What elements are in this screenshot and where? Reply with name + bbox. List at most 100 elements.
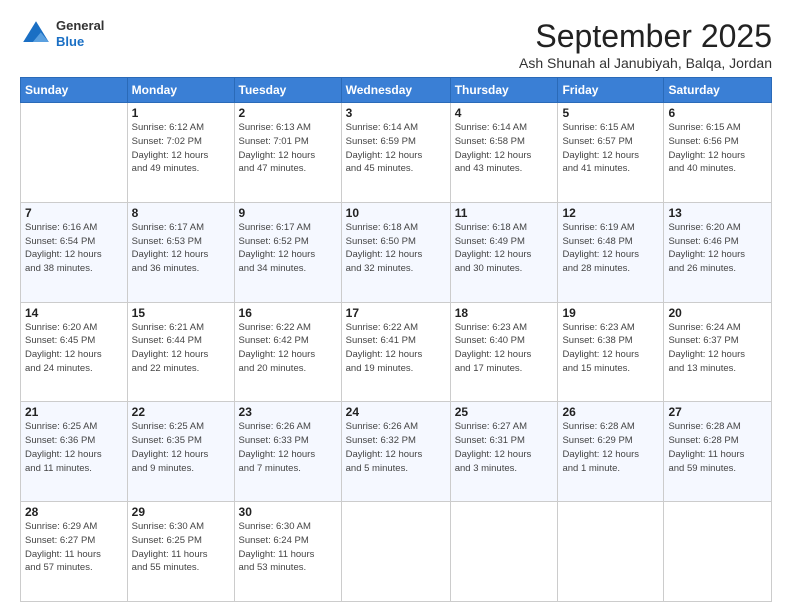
calendar-cell: 9Sunrise: 6:17 AM Sunset: 6:52 PM Daylig… [234,202,341,302]
day-number: 8 [132,206,230,220]
day-info: Sunrise: 6:26 AM Sunset: 6:33 PM Dayligh… [239,420,337,475]
day-number: 11 [455,206,554,220]
day-info: Sunrise: 6:15 AM Sunset: 6:56 PM Dayligh… [668,121,767,176]
calendar-cell: 28Sunrise: 6:29 AM Sunset: 6:27 PM Dayli… [21,502,128,602]
day-number: 1 [132,106,230,120]
calendar-day-header: Wednesday [341,78,450,103]
calendar-cell: 22Sunrise: 6:25 AM Sunset: 6:35 PM Dayli… [127,402,234,502]
calendar-day-header: Tuesday [234,78,341,103]
day-info: Sunrise: 6:30 AM Sunset: 6:25 PM Dayligh… [132,520,230,575]
day-info: Sunrise: 6:24 AM Sunset: 6:37 PM Dayligh… [668,321,767,376]
logo-icon [20,18,52,50]
calendar-cell [664,502,772,602]
day-info: Sunrise: 6:20 AM Sunset: 6:45 PM Dayligh… [25,321,123,376]
calendar-cell: 21Sunrise: 6:25 AM Sunset: 6:36 PM Dayli… [21,402,128,502]
calendar-day-header: Sunday [21,78,128,103]
calendar-cell: 18Sunrise: 6:23 AM Sunset: 6:40 PM Dayli… [450,302,558,402]
day-number: 26 [562,405,659,419]
calendar-cell: 16Sunrise: 6:22 AM Sunset: 6:42 PM Dayli… [234,302,341,402]
logo-blue: Blue [56,34,104,50]
month-title: September 2025 [519,18,772,55]
calendar-week-row: 1Sunrise: 6:12 AM Sunset: 7:02 PM Daylig… [21,103,772,203]
logo-text: General Blue [56,18,104,49]
day-info: Sunrise: 6:18 AM Sunset: 6:50 PM Dayligh… [346,221,446,276]
calendar-table: SundayMondayTuesdayWednesdayThursdayFrid… [20,77,772,602]
calendar-cell: 5Sunrise: 6:15 AM Sunset: 6:57 PM Daylig… [558,103,664,203]
day-info: Sunrise: 6:18 AM Sunset: 6:49 PM Dayligh… [455,221,554,276]
day-info: Sunrise: 6:16 AM Sunset: 6:54 PM Dayligh… [25,221,123,276]
day-number: 19 [562,306,659,320]
calendar-cell: 3Sunrise: 6:14 AM Sunset: 6:59 PM Daylig… [341,103,450,203]
calendar-cell: 7Sunrise: 6:16 AM Sunset: 6:54 PM Daylig… [21,202,128,302]
calendar-cell: 8Sunrise: 6:17 AM Sunset: 6:53 PM Daylig… [127,202,234,302]
day-info: Sunrise: 6:19 AM Sunset: 6:48 PM Dayligh… [562,221,659,276]
day-info: Sunrise: 6:25 AM Sunset: 6:35 PM Dayligh… [132,420,230,475]
day-number: 4 [455,106,554,120]
calendar-cell [21,103,128,203]
day-number: 13 [668,206,767,220]
day-number: 3 [346,106,446,120]
day-info: Sunrise: 6:28 AM Sunset: 6:29 PM Dayligh… [562,420,659,475]
calendar-cell: 17Sunrise: 6:22 AM Sunset: 6:41 PM Dayli… [341,302,450,402]
calendar-cell [341,502,450,602]
calendar-cell: 10Sunrise: 6:18 AM Sunset: 6:50 PM Dayli… [341,202,450,302]
calendar-cell: 23Sunrise: 6:26 AM Sunset: 6:33 PM Dayli… [234,402,341,502]
day-info: Sunrise: 6:22 AM Sunset: 6:42 PM Dayligh… [239,321,337,376]
day-info: Sunrise: 6:17 AM Sunset: 6:52 PM Dayligh… [239,221,337,276]
day-number: 23 [239,405,337,419]
calendar-day-header: Friday [558,78,664,103]
day-number: 5 [562,106,659,120]
subtitle: Ash Shunah al Janubiyah, Balqa, Jordan [519,55,772,71]
calendar-cell: 14Sunrise: 6:20 AM Sunset: 6:45 PM Dayli… [21,302,128,402]
day-number: 14 [25,306,123,320]
calendar-cell: 13Sunrise: 6:20 AM Sunset: 6:46 PM Dayli… [664,202,772,302]
title-block: September 2025 Ash Shunah al Janubiyah, … [519,18,772,71]
calendar-cell: 19Sunrise: 6:23 AM Sunset: 6:38 PM Dayli… [558,302,664,402]
day-number: 6 [668,106,767,120]
calendar-cell: 15Sunrise: 6:21 AM Sunset: 6:44 PM Dayli… [127,302,234,402]
day-number: 9 [239,206,337,220]
day-number: 28 [25,505,123,519]
day-info: Sunrise: 6:25 AM Sunset: 6:36 PM Dayligh… [25,420,123,475]
calendar-cell: 6Sunrise: 6:15 AM Sunset: 6:56 PM Daylig… [664,103,772,203]
calendar-day-header: Thursday [450,78,558,103]
day-info: Sunrise: 6:12 AM Sunset: 7:02 PM Dayligh… [132,121,230,176]
calendar-cell: 11Sunrise: 6:18 AM Sunset: 6:49 PM Dayli… [450,202,558,302]
calendar-week-row: 28Sunrise: 6:29 AM Sunset: 6:27 PM Dayli… [21,502,772,602]
day-number: 22 [132,405,230,419]
calendar-cell: 26Sunrise: 6:28 AM Sunset: 6:29 PM Dayli… [558,402,664,502]
calendar-cell: 20Sunrise: 6:24 AM Sunset: 6:37 PM Dayli… [664,302,772,402]
day-number: 2 [239,106,337,120]
day-info: Sunrise: 6:27 AM Sunset: 6:31 PM Dayligh… [455,420,554,475]
calendar-cell: 1Sunrise: 6:12 AM Sunset: 7:02 PM Daylig… [127,103,234,203]
calendar-week-row: 14Sunrise: 6:20 AM Sunset: 6:45 PM Dayli… [21,302,772,402]
day-number: 7 [25,206,123,220]
calendar-cell [558,502,664,602]
calendar-week-row: 7Sunrise: 6:16 AM Sunset: 6:54 PM Daylig… [21,202,772,302]
day-info: Sunrise: 6:21 AM Sunset: 6:44 PM Dayligh… [132,321,230,376]
calendar-day-header: Monday [127,78,234,103]
day-number: 15 [132,306,230,320]
day-info: Sunrise: 6:13 AM Sunset: 7:01 PM Dayligh… [239,121,337,176]
day-info: Sunrise: 6:20 AM Sunset: 6:46 PM Dayligh… [668,221,767,276]
day-number: 18 [455,306,554,320]
calendar-cell: 2Sunrise: 6:13 AM Sunset: 7:01 PM Daylig… [234,103,341,203]
day-number: 20 [668,306,767,320]
day-number: 16 [239,306,337,320]
day-info: Sunrise: 6:15 AM Sunset: 6:57 PM Dayligh… [562,121,659,176]
calendar-cell: 29Sunrise: 6:30 AM Sunset: 6:25 PM Dayli… [127,502,234,602]
day-info: Sunrise: 6:17 AM Sunset: 6:53 PM Dayligh… [132,221,230,276]
day-number: 24 [346,405,446,419]
page: General Blue September 2025 Ash Shunah a… [0,0,792,612]
day-number: 29 [132,505,230,519]
header: General Blue September 2025 Ash Shunah a… [20,18,772,71]
day-info: Sunrise: 6:22 AM Sunset: 6:41 PM Dayligh… [346,321,446,376]
calendar-week-row: 21Sunrise: 6:25 AM Sunset: 6:36 PM Dayli… [21,402,772,502]
calendar-cell: 24Sunrise: 6:26 AM Sunset: 6:32 PM Dayli… [341,402,450,502]
day-info: Sunrise: 6:26 AM Sunset: 6:32 PM Dayligh… [346,420,446,475]
day-info: Sunrise: 6:14 AM Sunset: 6:59 PM Dayligh… [346,121,446,176]
calendar-cell: 25Sunrise: 6:27 AM Sunset: 6:31 PM Dayli… [450,402,558,502]
day-info: Sunrise: 6:29 AM Sunset: 6:27 PM Dayligh… [25,520,123,575]
calendar-cell: 30Sunrise: 6:30 AM Sunset: 6:24 PM Dayli… [234,502,341,602]
day-number: 27 [668,405,767,419]
